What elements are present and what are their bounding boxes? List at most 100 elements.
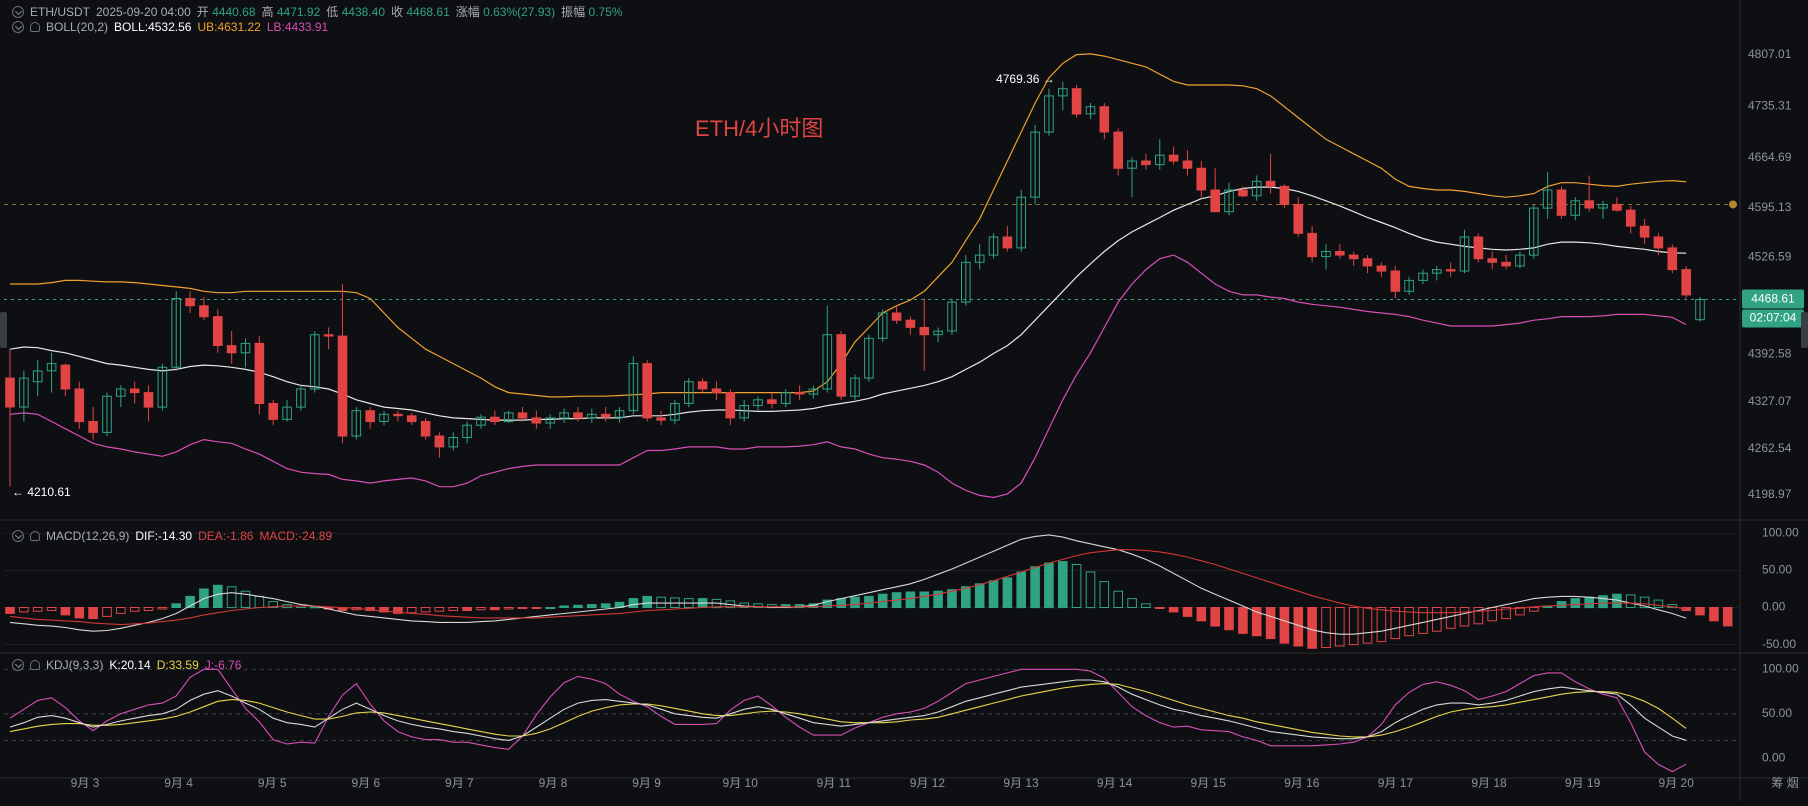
macd-tick-label: 50.00	[1762, 563, 1792, 577]
macd-bar-positive	[254, 595, 265, 609]
macd-bar-negative	[462, 607, 472, 611]
candle-down	[1653, 236, 1664, 249]
candle-down	[143, 392, 154, 408]
candle-down	[642, 363, 653, 419]
candle-down	[1279, 185, 1290, 205]
collapse-icon[interactable]	[12, 5, 24, 18]
macd-bar-negative	[517, 607, 528, 609]
macd-bar-negative	[1307, 607, 1317, 649]
macd-bar-negative	[1210, 607, 1221, 627]
macd-bar-negative	[476, 607, 486, 611]
left-scroll-handle[interactable]	[0, 312, 7, 348]
macd-bar-positive	[171, 603, 181, 608]
candle-down	[1556, 189, 1567, 216]
candle-down	[1501, 261, 1511, 267]
candle-down	[434, 435, 445, 448]
candle-down	[1681, 269, 1692, 296]
collapse-icon[interactable]	[12, 21, 24, 33]
macd-bar-negative	[490, 607, 500, 611]
kdj-k-value: K:20.14	[109, 658, 151, 672]
macd-dea-value: DEA:-1.86	[198, 529, 254, 543]
candle-down	[1196, 167, 1207, 191]
candle-down	[1168, 154, 1179, 162]
macd-bar-positive	[974, 583, 985, 608]
macd-bar-negative	[434, 607, 445, 612]
candle-down	[1182, 160, 1193, 169]
macd-bar-negative	[1709, 607, 1719, 622]
macd-bar-positive	[1653, 599, 1664, 608]
macd-bar-negative	[1348, 607, 1359, 646]
level-handle-dot	[1729, 200, 1737, 209]
price-tick-label: 4807.01	[1748, 47, 1792, 61]
macd-bar-positive	[1058, 561, 1068, 609]
close-value: 4468.61	[406, 5, 450, 19]
candle-down	[836, 334, 847, 397]
candle-down	[1445, 269, 1456, 272]
price-tick-label: 4526.59	[1748, 250, 1792, 264]
macd-bar-negative	[129, 607, 140, 612]
alert-bell-icon[interactable]	[30, 22, 40, 32]
macd-bar-positive	[1113, 590, 1124, 609]
x-axis-date-label: 9月 19	[1565, 776, 1601, 790]
macd-bar-negative	[531, 607, 542, 609]
macd-bar-negative	[19, 607, 29, 613]
candle-down	[1667, 247, 1678, 271]
candle-down	[1473, 236, 1484, 260]
macd-bar-negative	[1168, 607, 1179, 613]
open-value: 4440.68	[212, 5, 256, 19]
candle-down	[1376, 265, 1387, 272]
candle-down	[905, 319, 916, 328]
x-axis-date-label: 9月 15	[1191, 776, 1227, 790]
kdj-tick-label: 0.00	[1762, 750, 1786, 764]
kdj-j-line	[9, 668, 1687, 773]
macd-bar-negative	[1279, 607, 1290, 644]
candle-down	[1210, 189, 1221, 213]
candle-down	[254, 342, 265, 404]
alert-bell-icon[interactable]	[30, 531, 40, 541]
macd-bar-negative	[1722, 607, 1733, 627]
ohlc-info-row: ETH/USDT 2025-09-20 04:00 开 4440.68 高 44…	[12, 3, 623, 20]
boll-lb-value: LB:4433.91	[266, 20, 329, 34]
macd-bar-positive	[1141, 603, 1151, 608]
macd-bar-negative	[1418, 607, 1428, 634]
macd-bar-negative	[1362, 607, 1373, 644]
right-scroll-handle[interactable]	[1801, 312, 1808, 348]
candle-down	[1390, 270, 1401, 292]
candle-down	[1113, 131, 1124, 169]
macd-bar-negative	[32, 607, 43, 612]
macd-bar-negative	[116, 607, 126, 614]
collapse-icon[interactable]	[12, 659, 24, 671]
candle-down	[517, 412, 528, 419]
x-axis-date-label: 9月 12	[910, 776, 946, 790]
macd-bar-positive	[1030, 566, 1040, 609]
symbol-label: ETH/USDT	[30, 4, 90, 19]
macd-tick-label: -50.00	[1762, 637, 1796, 651]
x-axis-date-label: 9月 8	[539, 776, 568, 790]
candle-down	[129, 388, 140, 394]
macd-bar-negative	[1155, 607, 1165, 609]
macd-bar-positive	[1044, 562, 1054, 609]
x-axis-date-label: 9月 14	[1097, 776, 1133, 790]
macd-dif-line	[9, 534, 1687, 635]
macd-bar-positive	[628, 598, 639, 608]
candle-down	[711, 388, 722, 394]
change-value: 0.63%(27.93)	[483, 5, 556, 19]
alert-bell-icon[interactable]	[30, 660, 40, 670]
candle-down	[1002, 236, 1013, 249]
macd-bar-positive	[226, 586, 237, 609]
low-value: 4438.40	[341, 5, 385, 19]
macd-tick-label: 100.00	[1762, 526, 1799, 540]
macd-bar-positive	[600, 603, 611, 608]
macd-bar-positive	[573, 604, 583, 608]
macd-bar-negative	[1459, 607, 1470, 627]
collapse-icon[interactable]	[12, 530, 24, 542]
macd-bar-negative	[1487, 607, 1498, 622]
macd-bar-negative	[1376, 607, 1387, 643]
datetime-label: 2025-09-20 04:00	[96, 4, 191, 19]
macd-bar-positive	[213, 584, 223, 608]
candle-down	[268, 403, 278, 420]
macd-bar-positive	[656, 596, 666, 609]
open-label: 开	[196, 5, 209, 19]
candle-down	[656, 417, 666, 421]
macd-bar-negative	[5, 607, 15, 614]
